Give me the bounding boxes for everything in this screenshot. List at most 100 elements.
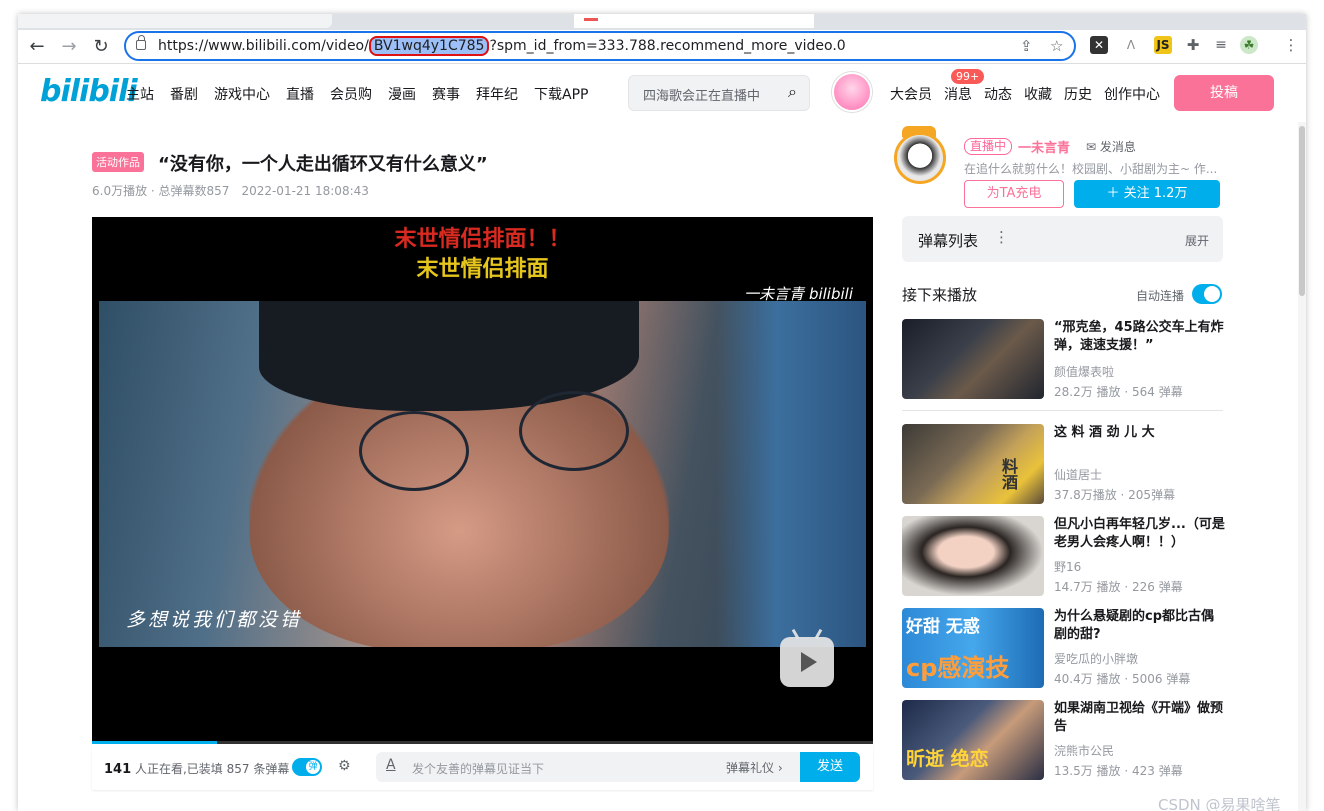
autoplay-toggle[interactable] [1192,284,1222,304]
nav-item-comics[interactable]: 漫画 [388,84,416,104]
rec-title[interactable]: 这 料 酒 劲 儿 大 [1054,424,1226,442]
rec-author[interactable]: 浣熊市公民 [1054,742,1114,759]
video-thumbnail[interactable]: 昕逝 绝恋 [902,700,1044,780]
rec-stats: 13.5万 播放 · 423 弹幕 [1054,764,1183,778]
nav-dynamics[interactable]: 动态 [984,84,1012,104]
site-header: bilibili 主站 番剧 游戏中心 直播 会员购 漫画 赛事 拜年纪 下载A… [18,64,1306,122]
send-message-link[interactable]: ✉ 发消息 [1086,138,1136,155]
uploader-description: 在追什么就剪什么！校园剧、小甜剧为主~ 作... [964,162,1218,176]
main-nav: 主站 番剧 游戏中心 直播 会员购 漫画 赛事 拜年纪 下载APP [126,84,604,104]
mail-icon: ✉ [1086,140,1100,154]
rec-stats: 28.2万 播放 · 564 弹幕 [1054,385,1183,399]
video-meta: 6.0万播放 · 总弹幕数857 2022-01-21 18:08:43 [92,182,369,199]
tab-inactive[interactable] [18,14,332,28]
forward-icon[interactable]: → [56,34,82,60]
danmaku-toggle[interactable]: 弹 [292,758,322,776]
rec-author[interactable]: 仙道居士 [1054,466,1102,483]
video-thumbnail[interactable]: 好甜 无惑 cp感演技 [902,608,1044,688]
list-item[interactable]: 料酒 这 料 酒 劲 儿 大 仙道居士 37.8万播放 · 205弹幕 [902,424,1223,506]
share-icon[interactable]: ⇪ [1020,37,1033,55]
extensions-puzzle-icon[interactable]: ✚ [1184,36,1202,54]
url-highlight: BV1wq4y1C785 [368,36,490,56]
page-scrollbar[interactable] [1298,122,1306,811]
rec-stats: 37.8万播放 · 205弹幕 [1054,488,1176,502]
rec-title[interactable]: 但凡小白再年轻几岁...（可是老男人会疼人啊！！） [1054,516,1226,552]
menu-kebab-icon[interactable]: ⋮ [1282,36,1300,54]
nav-item-anime[interactable]: 番剧 [170,84,198,104]
divider [902,410,1223,411]
nav-item-live[interactable]: 直播 [286,84,314,104]
url-text[interactable]: https://www.bilibili.com/video/BV1wq4y1C… [158,36,846,56]
send-button[interactable]: 发送 [800,752,860,782]
nav-favorites[interactable]: 收藏 [1024,84,1052,104]
danmaku-etiquette-link[interactable]: 弹幕礼仪 › [726,759,783,776]
list-item[interactable]: 好甜 无惑 cp感演技 为什么悬疑剧的cp都比古偶剧的甜? 爱吃瓜的小胖墩 40.… [902,608,1223,690]
video-player[interactable]: 末世情侣排面！！ 末世情侣排面 一未言青 bilibili 多想说我们都没错 [92,217,873,744]
bookmark-star-icon[interactable]: ☆ [1050,37,1063,55]
user-nav: 大会员 消息 动态 收藏 历史 创作中心 [890,84,1172,104]
csdn-watermark: CSDN @易果啥笔 [1158,796,1281,811]
live-badge[interactable]: 直播中 [964,138,1013,155]
search-input[interactable]: 四海歌会正在直播中 [643,85,763,104]
danmaku-input[interactable]: A 发个友善的弹幕见证当下 弹幕礼仪 › 发送 [376,752,860,782]
play-icon[interactable] [780,628,834,687]
danmaku-settings-icon[interactable]: ⚙ [338,758,358,776]
extension-x-icon[interactable]: ✕ [1090,36,1108,54]
nav-item-main[interactable]: 主站 [126,84,154,104]
rec-stats: 40.4万 播放 · 5006 弹幕 [1054,672,1191,686]
nav-item-shop[interactable]: 会员购 [330,84,372,104]
upload-button[interactable]: 投稿 [1174,75,1274,111]
danmaku-placeholder[interactable]: 发个友善的弹幕见证当下 [412,760,544,777]
nav-messages[interactable]: 消息 [944,84,972,104]
list-item[interactable]: “邢克垒，45路公交车上有炸弹，速速支援！” 颜值爆表啦 28.2万 播放 · … [902,319,1226,401]
expand-link[interactable]: 展开 [1185,232,1209,249]
address-bar[interactable]: https://www.bilibili.com/video/BV1wq4y1C… [124,31,1076,61]
list-item[interactable]: 但凡小白再年轻几岁...（可是老男人会疼人啊！！） 野16 14.7万 播放 ·… [902,516,1226,598]
nav-creator-center[interactable]: 创作中心 [1104,84,1160,104]
more-icon[interactable]: ⋮ [994,228,1009,246]
nav-item-esports[interactable]: 赛事 [432,84,460,104]
nav-item-new-year[interactable]: 拜年纪 [476,84,518,104]
activity-tag[interactable]: 活动作品 [92,152,144,172]
browser-window: ← → ↻ https://www.bilibili.com/video/BV1… [18,14,1306,811]
bilibili-logo[interactable]: bilibili [40,74,138,109]
lock-icon[interactable] [136,35,146,50]
reload-icon[interactable]: ↻ [88,34,114,60]
extension-a-icon[interactable]: Λ [1122,36,1140,54]
video-thumbnail[interactable] [902,516,1044,596]
nav-item-game-center[interactable]: 游戏中心 [214,84,270,104]
nav-item-download-app[interactable]: 下载APP [534,84,588,104]
video-thumbnail[interactable]: 料酒 [902,424,1044,504]
caption-red: 末世情侣排面！！ [394,227,571,252]
search-icon[interactable]: ⌕ [788,82,797,102]
rec-author[interactable]: 爱吃瓜的小胖墩 [1054,650,1138,667]
autoplay-label: 自动连播 [1136,289,1185,303]
nav-history[interactable]: 历史 [1064,84,1092,104]
profile-icon[interactable]: ☘ [1240,36,1258,54]
danmaku-list-panel[interactable]: 弹幕列表 ⋮ 展开 [902,216,1223,262]
caption-yellow: 末世情侣排面 [416,257,549,282]
rec-author[interactable]: 颜值爆表啦 [1054,363,1114,380]
nav-vip[interactable]: 大会员 [890,84,932,104]
rec-title[interactable]: 为什么悬疑剧的cp都比古偶剧的甜? [1054,608,1226,644]
tab-active[interactable] [574,14,814,28]
media-control-icon[interactable]: ≡ [1212,36,1230,54]
tab-strip [18,14,1306,30]
video-thumbnail[interactable] [902,319,1044,399]
uploader-avatar[interactable] [894,132,946,184]
viewers-info: 141 人正在看,已装填 857 条弹幕 [104,762,290,777]
extension-js-icon[interactable]: JS [1154,36,1172,54]
search-box[interactable]: 四海歌会正在直播中 ⌕ [628,75,810,111]
user-avatar[interactable] [832,72,872,112]
rec-stats: 14.7万 播放 · 226 弹幕 [1054,580,1183,594]
uploader-name[interactable]: 一未言青 [1018,137,1070,156]
list-item[interactable]: 昕逝 绝恋 如果湖南卫视给《开端》做预告 浣熊市公民 13.5万 播放 · 42… [902,700,1223,782]
video-frame [99,301,866,647]
rec-author[interactable]: 野16 [1054,558,1081,575]
rec-title[interactable]: 如果湖南卫视给《开端》做预告 [1054,700,1226,736]
follow-button[interactable]: ＋ 关注 1.2万 [1074,180,1220,208]
charge-button[interactable]: 为TA充电 [964,180,1064,208]
back-icon[interactable]: ← [24,34,50,60]
font-style-icon[interactable]: A [386,757,396,773]
rec-title[interactable]: “邢克垒，45路公交车上有炸弹，速速支援！” [1054,319,1226,355]
